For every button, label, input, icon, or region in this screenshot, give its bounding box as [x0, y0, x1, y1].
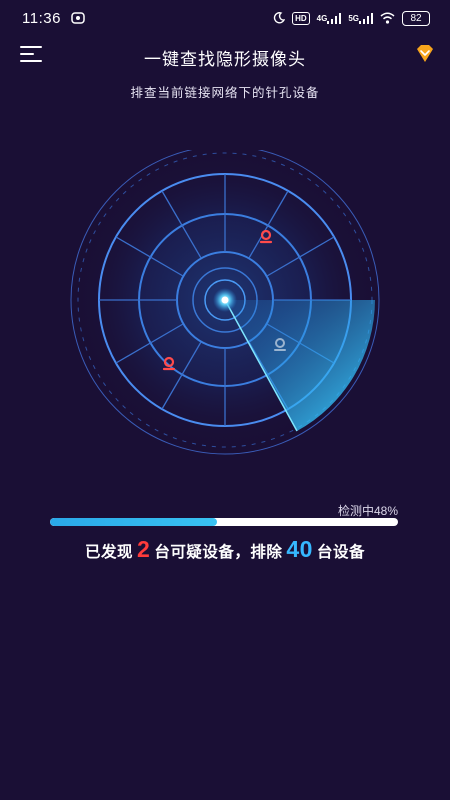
radar-scanner: [70, 150, 380, 455]
screen-record-icon: [71, 12, 85, 24]
page-title: 一键查找隐形摄像头: [144, 50, 306, 70]
result-suffix: 台设备: [316, 543, 365, 561]
battery-indicator: 82: [402, 10, 430, 26]
moon-icon: [273, 12, 286, 24]
app-header: 一键查找隐形摄像头: [0, 36, 450, 72]
scan-result-summary: 已发现 2 台可疑设备，排除 40 台设备: [0, 536, 450, 563]
status-bar: 11:36 HD 4G 5G 82: [0, 0, 450, 36]
progress-label: 检测中48%: [337, 504, 398, 518]
signal-4g-icon: 4G: [316, 12, 342, 24]
wifi-icon: [380, 12, 395, 24]
network-label-2: 5G: [348, 13, 359, 23]
scan-progress-fill: [50, 518, 218, 526]
radar-center-dot: [221, 296, 229, 304]
status-time: 11:36: [22, 9, 61, 27]
page-subtitle: 排查当前链接网络下的针孔设备: [130, 85, 320, 100]
hd-badge: HD: [292, 11, 310, 25]
signal-5g-icon: 5G: [348, 12, 373, 24]
vip-diamond-icon[interactable]: [414, 44, 436, 64]
excluded-device-count: 40: [286, 536, 313, 562]
network-label-1: 4G: [316, 13, 328, 23]
result-prefix: 已发现: [85, 543, 134, 561]
suspicious-device-count: 2: [137, 536, 151, 562]
result-middle: 台可疑设备，排除: [154, 543, 283, 561]
scan-progress-bar: [50, 518, 398, 526]
